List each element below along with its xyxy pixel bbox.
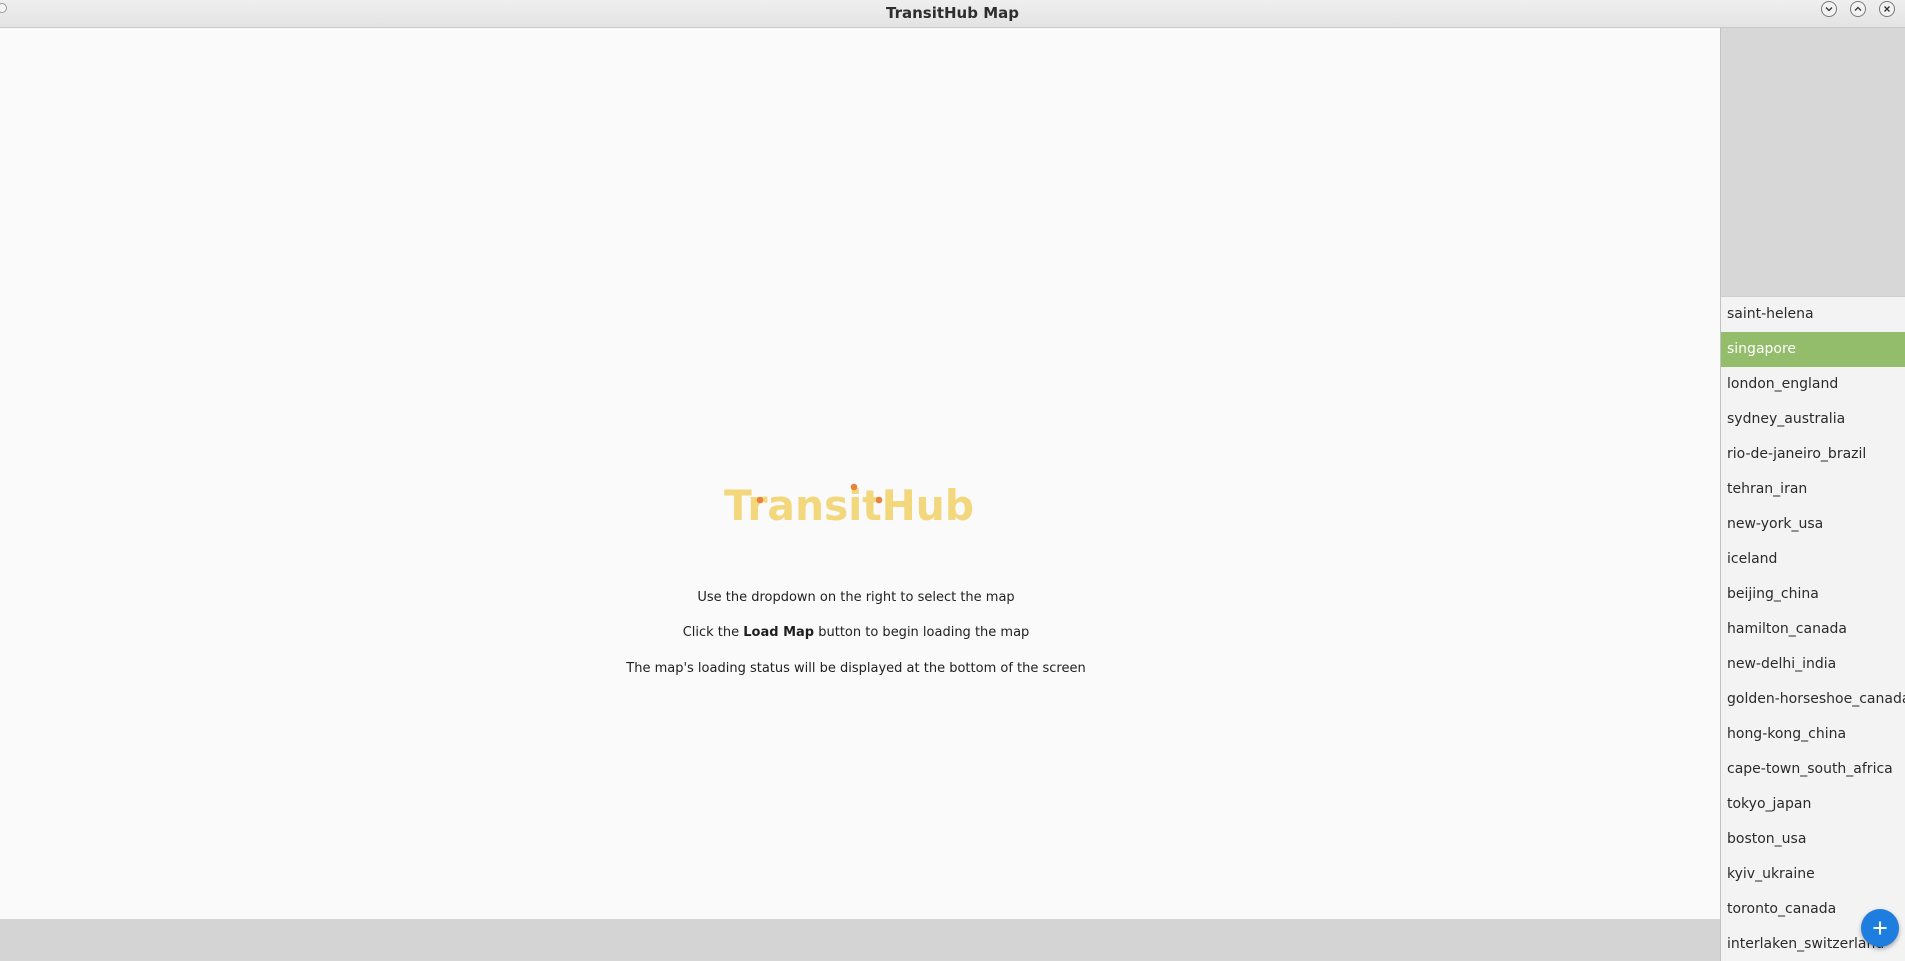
plus-icon [1873,921,1887,935]
logo-dot [756,496,764,504]
map-option-golden-horseshoe-canada[interactable]: golden-horseshoe_canada [1721,682,1905,717]
map-option-new-delhi-india[interactable]: new-delhi_india [1721,647,1905,682]
map-option-tokyo-japan[interactable]: tokyo_japan [1721,787,1905,822]
map-option-sydney-australia[interactable]: sydney_australia [1721,402,1905,437]
map-option-beijing-china[interactable]: beijing_china [1721,577,1905,612]
chevron-down-icon [1825,7,1833,12]
map-option-cape-town-south-africa[interactable]: cape-town_south_africa [1721,752,1905,787]
map-option-new-york-usa[interactable]: new-york_usa [1721,507,1905,542]
map-option-iceland[interactable]: iceland [1721,542,1905,577]
map-option-boston-usa[interactable]: boston_usa [1721,822,1905,857]
maximize-button[interactable] [1850,1,1866,17]
map-option-singapore[interactable]: singapore [1721,332,1905,367]
minimize-button[interactable] [1821,1,1837,17]
close-button[interactable] [1879,1,1895,17]
map-option-hamilton-canada[interactable]: hamilton_canada [1721,612,1905,647]
instruction-load-map-prefix: Click the [682,625,744,640]
close-icon [1884,6,1890,12]
map-dropdown-list[interactable]: saint-helena singapore london_england sydne… [1720,296,1905,961]
map-canvas[interactable]: TransitHub Use the dropdown on the right… [0,28,1720,919]
title-bar[interactable]: TransitHub Map [0,0,1905,28]
map-option-saint-helena[interactable]: saint-helena [1721,297,1905,332]
map-option-tehran-iran[interactable]: tehran_iran [1721,472,1905,507]
instruction-load-map: Click the Load Map button to begin loadi… [0,625,1712,640]
add-map-button[interactable] [1861,909,1899,947]
sidebar-panel [1720,28,1905,296]
chevron-up-icon [1854,6,1862,11]
logo-dot [850,483,858,491]
instruction-load-map-bold: Load Map [743,625,815,640]
map-option-london-england[interactable]: london_england [1721,367,1905,402]
instruction-load-map-suffix: button to begin loading the map [814,625,1030,640]
instruction-select-map: Use the dropdown on the right to select … [697,590,1015,605]
app-window: TransitHub Map TransitHub Use the dropdo… [0,0,1905,961]
transithub-logo: TransitHub [724,477,976,529]
logo-dot [875,496,883,504]
status-bar [0,919,1720,960]
logo-text: TransitHub [724,481,974,529]
map-option-rio-de-janeiro-brazil[interactable]: rio-de-janeiro_brazil [1721,437,1905,472]
instruction-loading-status: The map's loading status will be display… [626,661,1086,676]
window-title: TransitHub Map [885,4,1019,22]
map-option-hong-kong-china[interactable]: hong-kong_china [1721,717,1905,752]
map-option-kyiv-ukraine[interactable]: kyiv_ukraine [1721,857,1905,892]
